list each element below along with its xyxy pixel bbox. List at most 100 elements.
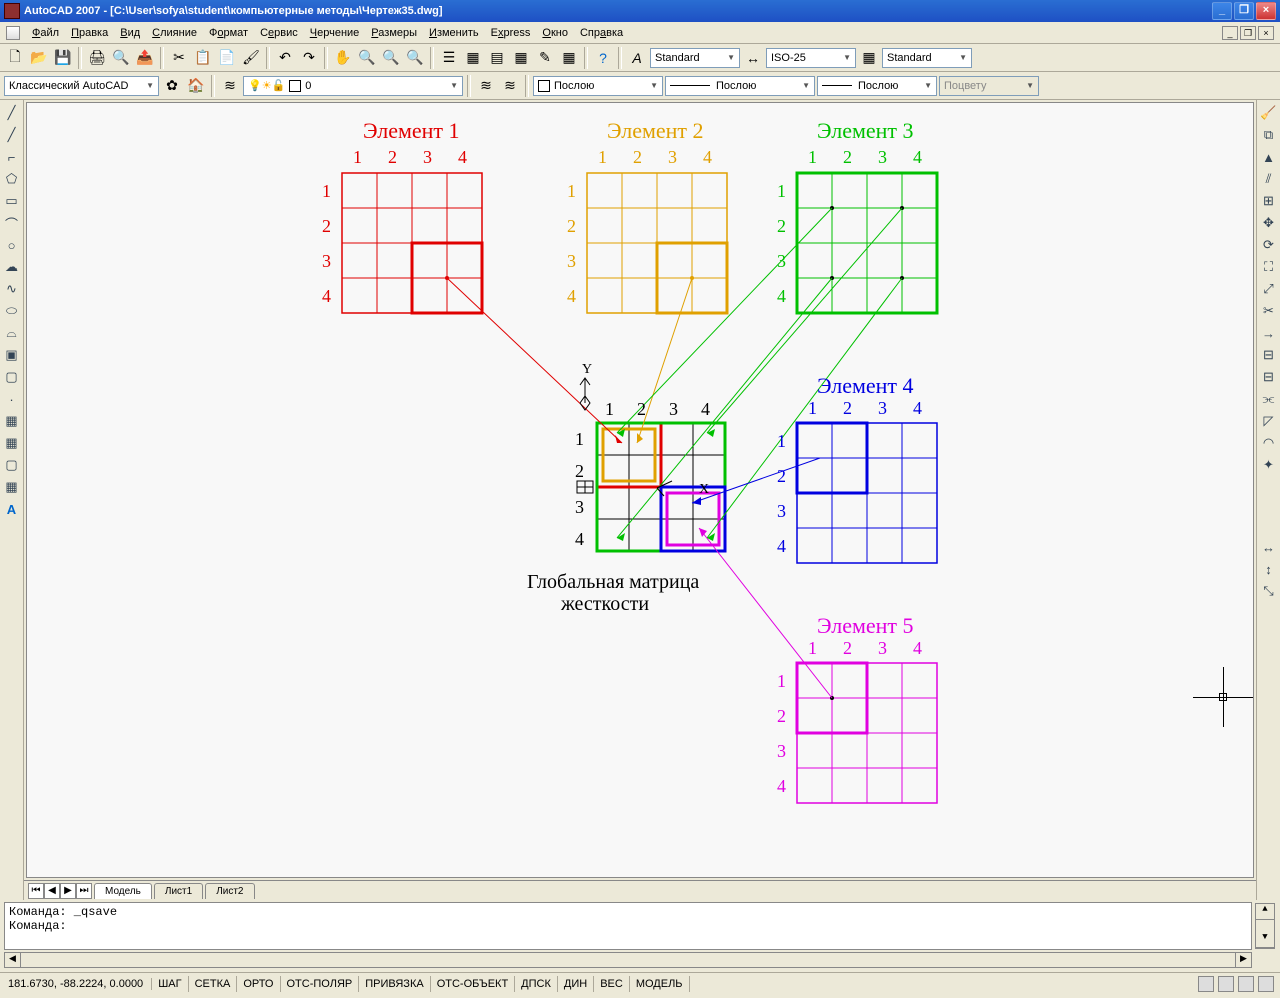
arc-button[interactable]: ⌒ [2,213,22,233]
trim-button[interactable]: ✂ [1259,301,1279,321]
ducs-toggle[interactable]: ДПСК [515,976,558,992]
help-icon[interactable]: ? [592,47,614,69]
dim2-button[interactable]: ↕ [1259,559,1279,579]
tab-model[interactable]: Модель [94,883,152,899]
table-button[interactable]: ▦ [2,477,22,497]
region-button[interactable]: ▢ [2,455,22,475]
hatch-button[interactable]: ▦ [2,411,22,431]
menu-merge[interactable]: Слияние [146,25,203,41]
menu-edit[interactable]: Правка [65,25,114,41]
command-hscrollbar[interactable]: ◀ ▶ [4,952,1252,968]
plot-button[interactable]: 🖨 [86,47,108,69]
command-line[interactable]: Команда: _qsave Команда: ▲ ▼ [4,902,1252,950]
dimstyle-combo[interactable]: ISO-25▼ [766,48,856,68]
lock-ui-button[interactable]: 🏠 [185,75,207,97]
menu-window[interactable]: Окно [536,25,574,41]
workspace-combo[interactable]: Классический AutoCAD▼ [4,76,159,96]
dim3-button[interactable]: ⤡ [1259,581,1279,601]
lwt-toggle[interactable]: ВЕС [594,976,630,992]
xline-button[interactable]: ╱ [2,125,22,145]
chamfer-button[interactable]: ◸ [1259,411,1279,431]
dim1-button[interactable]: ↔ [1259,537,1279,557]
paste-button[interactable]: 📄 [216,47,238,69]
textstyle-combo[interactable]: Standard▼ [650,48,740,68]
layer-manager-button[interactable]: ≋ [219,75,241,97]
undo-button[interactable]: ↶ [274,47,296,69]
match-button[interactable]: 🖌 [240,47,262,69]
array-button[interactable]: ⊞ [1259,191,1279,211]
extend-button[interactable]: → [1259,323,1279,343]
tab-next-button[interactable]: ▶ [60,883,76,899]
circle-button[interactable]: ○ [2,235,22,255]
layer-combo[interactable]: 💡 ☀ 🔓 0▼ [243,76,463,96]
break-button[interactable]: ⊟ [1259,345,1279,365]
block-button[interactable]: ▢ [2,367,22,387]
open-button[interactable]: 📂 [28,47,50,69]
explode-button[interactable]: ✦ [1259,455,1279,475]
copy-button[interactable]: 📋 [192,47,214,69]
snap-toggle[interactable]: ШАГ [152,976,188,992]
break2-button[interactable]: ⊟ [1259,367,1279,387]
linetype-combo[interactable]: Послою▼ [665,76,815,96]
calc-button[interactable]: ▦ [558,47,580,69]
command-vscrollbar[interactable]: ▲ ▼ [1255,903,1275,949]
polar-toggle[interactable]: ОТС-ПОЛЯР [281,976,360,992]
line-button[interactable]: ╱ [2,103,22,123]
menu-format[interactable]: Формат [203,25,254,41]
doc-maximize-button[interactable]: ❐ [1240,26,1256,40]
scale-button[interactable]: ⛶ [1259,257,1279,277]
palette-button[interactable]: ▤ [486,47,508,69]
menu-draw[interactable]: Черчение [304,25,366,41]
status-expand-icon[interactable] [1258,976,1274,992]
status-tray-icon[interactable] [1218,976,1234,992]
close-button[interactable]: × [1256,2,1276,20]
doc-minimize-button[interactable]: _ [1222,26,1238,40]
menu-service[interactable]: Сервис [254,25,304,41]
insert-button[interactable]: ▣ [2,345,22,365]
zoom-win-button[interactable]: 🔍 [380,47,402,69]
publish-button[interactable]: 📤 [134,47,156,69]
model-toggle[interactable]: МОДЕЛЬ [630,976,690,992]
spline-button[interactable]: ∿ [2,279,22,299]
lineweight-combo[interactable]: Послою▼ [817,76,937,96]
color-combo[interactable]: Послою▼ [533,76,663,96]
otrack-toggle[interactable]: ОТС-ОБЪЕКТ [431,976,515,992]
zoom-prev-button[interactable]: 🔍 [404,47,426,69]
status-clean-icon[interactable] [1238,976,1254,992]
move-button[interactable]: ✥ [1259,213,1279,233]
gradient-button[interactable]: ▦ [2,433,22,453]
pline-button[interactable]: ⌐ [2,147,22,167]
scroll-down-button[interactable]: ▼ [1256,932,1274,948]
tab-layout1[interactable]: Лист1 [154,883,203,899]
dimstyle-icon[interactable]: ↔ [742,47,764,69]
save-button[interactable]: 💾 [52,47,74,69]
layer-prev-button[interactable]: ≋ [475,75,497,97]
doc-close-button[interactable]: × [1258,26,1274,40]
ellipsearc-button[interactable]: ⌓ [2,323,22,343]
grid-toggle[interactable]: СЕТКА [189,976,238,992]
revcloud-button[interactable]: ☁ [2,257,22,277]
cut-button[interactable]: ✂ [168,47,190,69]
mirror-button[interactable]: ▲ [1259,147,1279,167]
props-button[interactable]: ☰ [438,47,460,69]
ortho-toggle[interactable]: ОРТО [237,976,280,992]
menu-express[interactable]: Express [485,25,537,41]
menu-modify[interactable]: Изменить [423,25,485,41]
tablestyle-icon[interactable]: ▦ [858,47,880,69]
scroll-up-button[interactable]: ▲ [1256,904,1274,920]
dcenter-button[interactable]: ▦ [462,47,484,69]
tablestyle-combo[interactable]: Standard▼ [882,48,972,68]
maximize-button[interactable]: ❐ [1234,2,1254,20]
rotate-button[interactable]: ⟳ [1259,235,1279,255]
tab-first-button[interactable]: ⏮ [28,883,44,899]
copy-obj-button[interactable]: ⧉ [1259,125,1279,145]
mtext-button[interactable]: A [2,499,22,519]
join-button[interactable]: ⫘ [1259,389,1279,409]
pan-button[interactable]: ✋ [332,47,354,69]
dyn-toggle[interactable]: ДИН [558,976,594,992]
workspace-settings-button[interactable]: ✿ [161,75,183,97]
menu-dim[interactable]: Размеры [365,25,423,41]
status-lock-icon[interactable] [1198,976,1214,992]
markup-button[interactable]: ✎ [534,47,556,69]
tab-layout2[interactable]: Лист2 [205,883,254,899]
